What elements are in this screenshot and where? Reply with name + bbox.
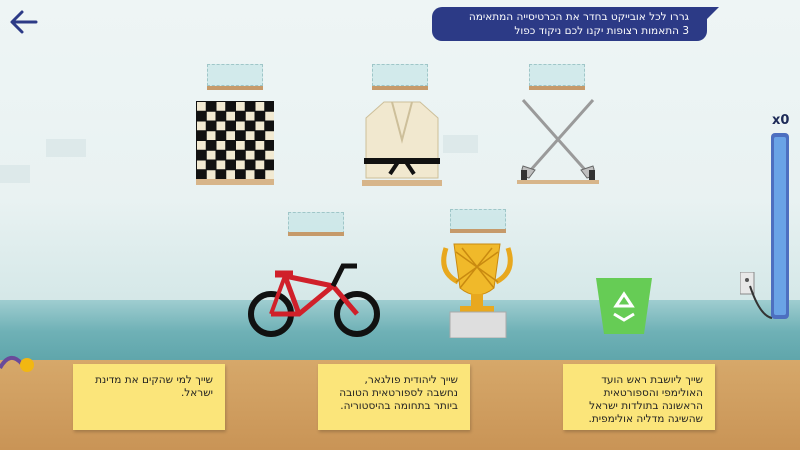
drop-slot[interactable] — [450, 209, 506, 231]
cloud — [443, 135, 478, 153]
hint-card-text: שייך למי שהקים את מדינת ישראל. — [95, 374, 213, 399]
cloud — [46, 139, 86, 157]
back-arrow-icon[interactable] — [8, 8, 40, 36]
cloud — [0, 165, 30, 183]
slot-base — [450, 229, 506, 233]
trophy-icon[interactable] — [438, 242, 516, 342]
drop-slot[interactable] — [372, 64, 428, 86]
hint-card-text: שייך ליהודית פולגאר, נחשבה לספורטאית הטו… — [339, 374, 458, 412]
chessboard-icon[interactable] — [196, 101, 274, 189]
instructions-line-2: 3 התאמות רצופות יקנו לכם ניקוד כפול — [514, 25, 689, 37]
slot-base — [207, 86, 263, 90]
hint-card[interactable]: שייך ליושבת ראש הועד האולימפי והספורטאית… — [563, 364, 715, 430]
fencing-swords-icon[interactable] — [515, 96, 601, 188]
bicycle-icon[interactable] — [247, 262, 383, 342]
hint-card[interactable]: שייך ליהודית פולגאר, נחשבה לספורטאית הטו… — [318, 364, 470, 430]
drop-slot[interactable] — [207, 64, 263, 86]
hint-card[interactable]: שייך למי שהקים את מדינת ישראל. — [73, 364, 225, 430]
score-meter-fill — [774, 137, 786, 315]
instructions-line-1: גררו לכל אובייקט בחדר את הכרטיסייה המתאי… — [468, 11, 689, 23]
drop-slot[interactable] — [529, 64, 585, 86]
score-label: x0 — [772, 113, 790, 128]
slot-base — [529, 86, 585, 90]
recycle-bin-icon[interactable] — [594, 276, 654, 340]
hint-card-text: שייך ליושבת ראש הועד האולימפי והספורטאית… — [588, 374, 703, 425]
judo-uniform-icon[interactable] — [362, 100, 442, 190]
game-scene: גררו לכל אובייקט בחדר את הכרטיסייה המתאי… — [0, 0, 800, 450]
slot-base — [372, 86, 428, 90]
power-outlet-icon — [739, 271, 774, 326]
slot-base — [288, 232, 344, 236]
score-meter — [771, 133, 789, 319]
decorative-ring — [0, 350, 40, 376]
drop-slot[interactable] — [288, 212, 344, 234]
instructions-banner: גררו לכל אובייקט בחדר את הכרטיסייה המתאי… — [432, 7, 719, 41]
